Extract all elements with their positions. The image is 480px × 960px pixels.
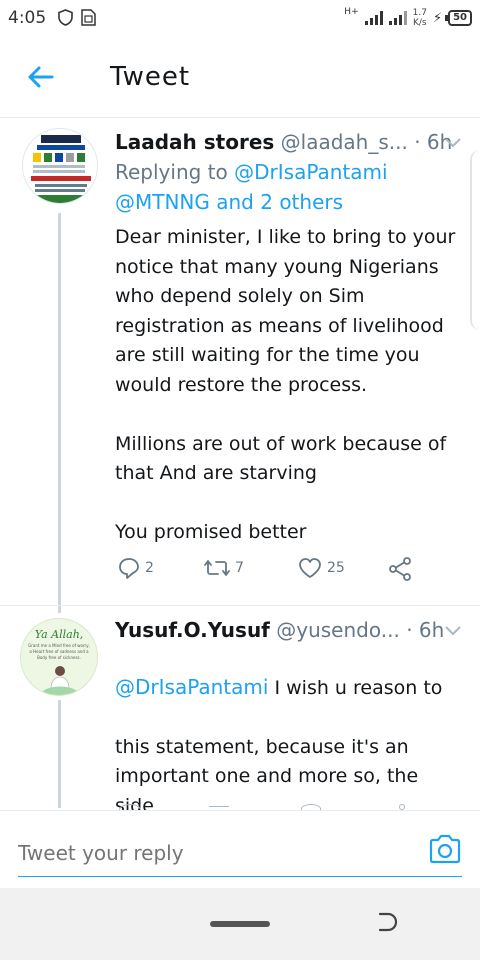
retweet-count: 7 — [235, 560, 244, 576]
page-title: Tweet — [110, 62, 191, 92]
separator: · — [414, 130, 421, 154]
share-icon — [389, 557, 411, 581]
retweet-icon — [204, 560, 230, 576]
author-handle[interactable]: @laadah_s... — [281, 130, 408, 154]
tweet-text-first: I wish u reason to — [268, 676, 443, 699]
reply-button[interactable]: 2 — [117, 556, 154, 580]
like-count: 25 — [327, 560, 345, 576]
home-gesture-pill[interactable] — [210, 921, 270, 927]
network-speed: 1.7 K/s — [413, 8, 427, 28]
share-button[interactable] — [387, 556, 413, 582]
speed-value: 1.7 — [412, 8, 427, 18]
tweet-time: 6h — [418, 618, 445, 642]
back-arrow-icon[interactable] — [26, 62, 56, 92]
mention-link[interactable]: @MTNNG and 2 others — [115, 190, 343, 214]
mention-link[interactable]: @DrIsaPantami — [234, 160, 387, 184]
like-button[interactable]: 25 — [297, 556, 345, 580]
author-name[interactable]: Yusuf.O.Yusuf — [115, 618, 270, 642]
camera-icon[interactable] — [428, 833, 462, 865]
tweet-item[interactable]: Laadah stores @laadah_s... · 6h Replying… — [0, 118, 480, 608]
author-name[interactable]: Laadah stores — [115, 130, 274, 154]
chevron-down-icon[interactable] — [444, 136, 462, 150]
tweet-actions: 2 7 25 — [115, 556, 435, 586]
avatar-image — [23, 129, 97, 203]
system-nav-bar — [0, 888, 480, 960]
network-type: H+ — [344, 7, 359, 17]
mention-link[interactable]: @DrIsaPantami — [115, 675, 268, 699]
avatar-person — [43, 666, 77, 695]
status-indicators: H+ 1.7 K/s ⚡ 50 — [344, 6, 472, 30]
reply-bar — [0, 810, 480, 888]
status-time: 4:05 — [8, 8, 47, 28]
separator: · — [406, 618, 413, 642]
replying-prefix: Replying to — [115, 160, 228, 184]
nav-back-icon[interactable] — [374, 910, 400, 934]
replying-to: Replying to @DrIsaPantami @MTNNG and 2 o… — [115, 157, 460, 217]
reply-count: 2 — [145, 560, 154, 576]
charging-icon: ⚡ — [432, 10, 443, 26]
signal-icon-2 — [388, 11, 407, 25]
avatar[interactable]: Ya Allah, Grant me a Mind free of worry,… — [20, 618, 98, 696]
chevron-down-icon[interactable] — [444, 624, 462, 638]
tweet-text: Dear minister, I like to bring to your n… — [115, 226, 456, 543]
reply-icon — [119, 558, 139, 579]
tweet-header: Laadah stores @laadah_s... · 6h — [115, 130, 462, 154]
retweet-button[interactable]: 7 — [203, 556, 244, 580]
heart-icon — [299, 558, 321, 578]
sim-card-icon — [81, 9, 96, 26]
speed-unit: K/s — [412, 18, 427, 28]
avatar[interactable] — [22, 128, 98, 204]
author-handle[interactable]: @yusendo... — [276, 618, 400, 642]
battery-level: 50 — [445, 10, 472, 26]
shield-icon — [58, 9, 73, 26]
tweet-header: Yusuf.O.Yusuf @yusendo... · 6h — [115, 618, 462, 642]
tweet-item[interactable]: Ya Allah, Grant me a Mind free of worry,… — [0, 606, 480, 876]
status-bar: 4:05 H+ 1.7 K/s ⚡ 50 — [0, 0, 480, 36]
reply-input[interactable] — [18, 829, 462, 877]
signal-icon — [364, 11, 383, 25]
tweet-actions-partial — [115, 800, 435, 810]
app-header: Tweet — [0, 36, 480, 118]
